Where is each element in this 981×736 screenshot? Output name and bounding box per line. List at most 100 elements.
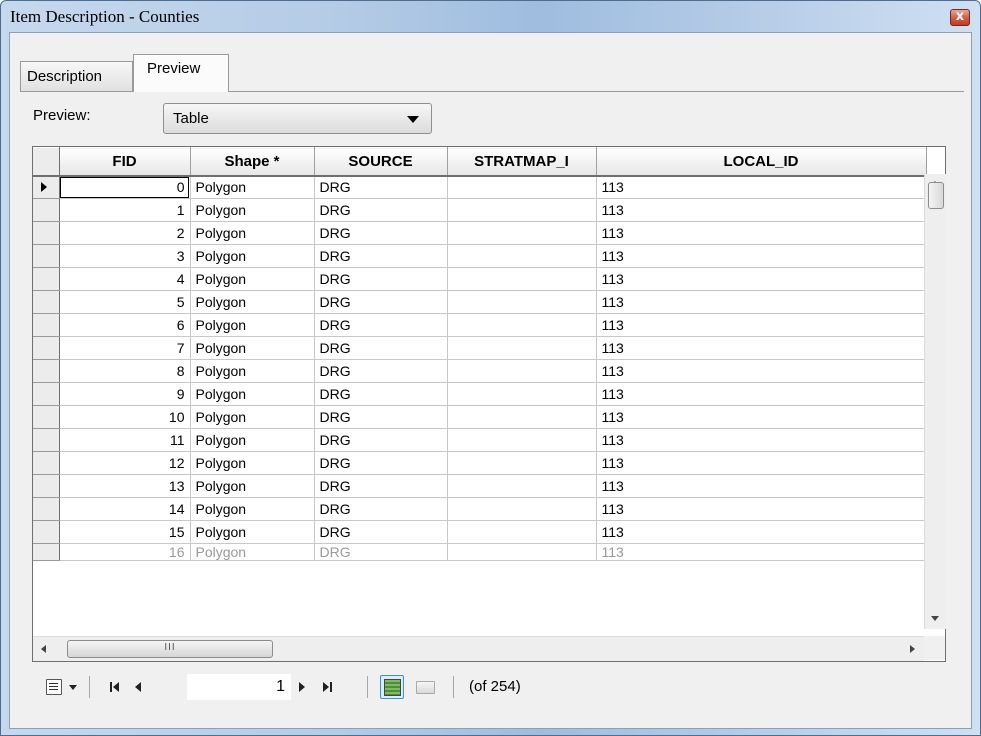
cell-local-id[interactable]: 113 xyxy=(596,428,927,452)
row-selector[interactable] xyxy=(33,198,60,222)
scroll-left-button[interactable] xyxy=(33,637,55,661)
table-row[interactable]: 3 Polygon DRG 113 xyxy=(33,244,927,268)
cell-local-id[interactable]: 113 xyxy=(596,290,927,314)
row-selector[interactable] xyxy=(33,359,60,383)
table-row[interactable]: 8 Polygon DRG 113 xyxy=(33,359,927,383)
cell-local-id[interactable]: 113 xyxy=(596,198,927,222)
cell-local-id[interactable]: 113 xyxy=(596,520,927,544)
scroll-down-button[interactable] xyxy=(925,609,946,629)
table-row[interactable]: 7 Polygon DRG 113 xyxy=(33,336,927,360)
cell-shape[interactable]: Polygon xyxy=(190,497,315,521)
close-button[interactable]: x xyxy=(950,9,970,26)
cell-stratmap-i[interactable] xyxy=(447,290,597,314)
cell-shape[interactable]: Polygon xyxy=(190,244,315,268)
cell-source[interactable]: DRG xyxy=(314,244,448,268)
row-selector[interactable] xyxy=(33,428,60,452)
cell-local-id[interactable]: 113 xyxy=(596,359,927,383)
cell-shape[interactable]: Polygon xyxy=(190,405,315,429)
row-selector[interactable] xyxy=(33,543,60,561)
table-row[interactable]: 15 Polygon DRG 113 xyxy=(33,520,927,544)
cell-local-id[interactable]: 113 xyxy=(596,313,927,337)
row-selector[interactable] xyxy=(33,497,60,521)
header-corner[interactable] xyxy=(33,147,60,177)
cell-fid[interactable]: 10 xyxy=(59,405,191,429)
cell-source[interactable]: DRG xyxy=(314,428,448,452)
cell-shape[interactable]: Polygon xyxy=(190,428,315,452)
cell-stratmap-i[interactable] xyxy=(447,520,597,544)
current-record-input[interactable]: 1 xyxy=(187,674,291,700)
cell-source[interactable]: DRG xyxy=(314,451,448,475)
cell-stratmap-i[interactable] xyxy=(447,543,597,561)
cell-stratmap-i[interactable] xyxy=(447,267,597,291)
vertical-scrollbar[interactable] xyxy=(924,174,946,629)
cell-fid[interactable]: 11 xyxy=(59,428,191,452)
cell-source[interactable]: DRG xyxy=(314,543,448,561)
cell-fid[interactable]: 14 xyxy=(59,497,191,521)
cell-local-id[interactable]: 113 xyxy=(596,451,927,475)
cell-stratmap-i[interactable] xyxy=(447,451,597,475)
column-header-fid[interactable]: FID xyxy=(59,147,191,177)
column-header-source[interactable]: SOURCE xyxy=(314,147,448,177)
table-row[interactable]: 6 Polygon DRG 113 xyxy=(33,313,927,337)
cell-shape[interactable]: Polygon xyxy=(190,520,315,544)
cell-source[interactable]: DRG xyxy=(314,267,448,291)
cell-stratmap-i[interactable] xyxy=(447,198,597,222)
cell-shape[interactable]: Polygon xyxy=(190,267,315,291)
table-row[interactable]: 12 Polygon DRG 113 xyxy=(33,451,927,475)
row-selector[interactable] xyxy=(33,474,60,498)
horizontal-scroll-thumb[interactable]: III xyxy=(67,640,273,658)
cell-fid[interactable]: 12 xyxy=(59,451,191,475)
tab-preview[interactable]: Preview xyxy=(133,54,229,92)
cell-stratmap-i[interactable] xyxy=(447,359,597,383)
row-selector[interactable] xyxy=(33,221,60,245)
table-row[interactable]: 1 Polygon DRG 113 xyxy=(33,198,927,222)
cell-stratmap-i[interactable] xyxy=(447,428,597,452)
row-selector[interactable] xyxy=(33,451,60,475)
row-selector[interactable] xyxy=(33,244,60,268)
cell-source[interactable]: DRG xyxy=(314,382,448,406)
row-selector[interactable] xyxy=(33,290,60,314)
preview-type-select[interactable]: Table xyxy=(163,103,432,134)
cell-local-id[interactable]: 113 xyxy=(596,175,927,199)
cell-shape[interactable]: Polygon xyxy=(190,382,315,406)
cell-shape[interactable]: Polygon xyxy=(190,359,315,383)
horizontal-scrollbar[interactable]: III xyxy=(33,636,924,661)
cell-local-id[interactable]: 113 xyxy=(596,336,927,360)
table-row[interactable]: 10 Polygon DRG 113 xyxy=(33,405,927,429)
cell-source[interactable]: DRG xyxy=(314,474,448,498)
cell-local-id[interactable]: 113 xyxy=(596,267,927,291)
cell-source[interactable]: DRG xyxy=(314,313,448,337)
cell-shape[interactable]: Polygon xyxy=(190,451,315,475)
cell-source[interactable]: DRG xyxy=(314,198,448,222)
table-row[interactable]: 2 Polygon DRG 113 xyxy=(33,221,927,245)
table-options-button[interactable] xyxy=(43,669,65,705)
cell-fid[interactable]: 1 xyxy=(59,198,191,222)
cell-fid[interactable]: 5 xyxy=(59,290,191,314)
column-header-stratmap-i[interactable]: STRATMAP_I xyxy=(447,147,597,177)
cell-stratmap-i[interactable] xyxy=(447,313,597,337)
cell-shape[interactable]: Polygon xyxy=(190,198,315,222)
table-row[interactable]: 9 Polygon DRG 113 xyxy=(33,382,927,406)
previous-record-button[interactable] xyxy=(131,669,145,705)
cell-shape[interactable]: Polygon xyxy=(190,290,315,314)
cell-fid[interactable]: 8 xyxy=(59,359,191,383)
vertical-scroll-thumb[interactable] xyxy=(928,182,944,209)
row-selector[interactable] xyxy=(33,267,60,291)
cell-shape[interactable]: Polygon xyxy=(190,313,315,337)
cell-shape[interactable]: Polygon xyxy=(190,474,315,498)
table-row[interactable]: 14 Polygon DRG 113 xyxy=(33,497,927,521)
cell-stratmap-i[interactable] xyxy=(447,382,597,406)
column-header-shape[interactable]: Shape * xyxy=(190,147,315,177)
cell-shape[interactable]: Polygon xyxy=(190,221,315,245)
table-row[interactable]: 13 Polygon DRG 113 xyxy=(33,474,927,498)
title-bar[interactable]: Item Description - Counties x xyxy=(1,1,980,31)
cell-local-id[interactable]: 113 xyxy=(596,244,927,268)
cell-fid[interactable]: 0 xyxy=(59,175,191,199)
table-row[interactable]: 5 Polygon DRG 113 xyxy=(33,290,927,314)
cell-fid[interactable]: 13 xyxy=(59,474,191,498)
cell-local-id[interactable]: 113 xyxy=(596,543,927,561)
cell-source[interactable]: DRG xyxy=(314,336,448,360)
cell-stratmap-i[interactable] xyxy=(447,175,597,199)
cell-local-id[interactable]: 113 xyxy=(596,382,927,406)
cell-source[interactable]: DRG xyxy=(314,520,448,544)
